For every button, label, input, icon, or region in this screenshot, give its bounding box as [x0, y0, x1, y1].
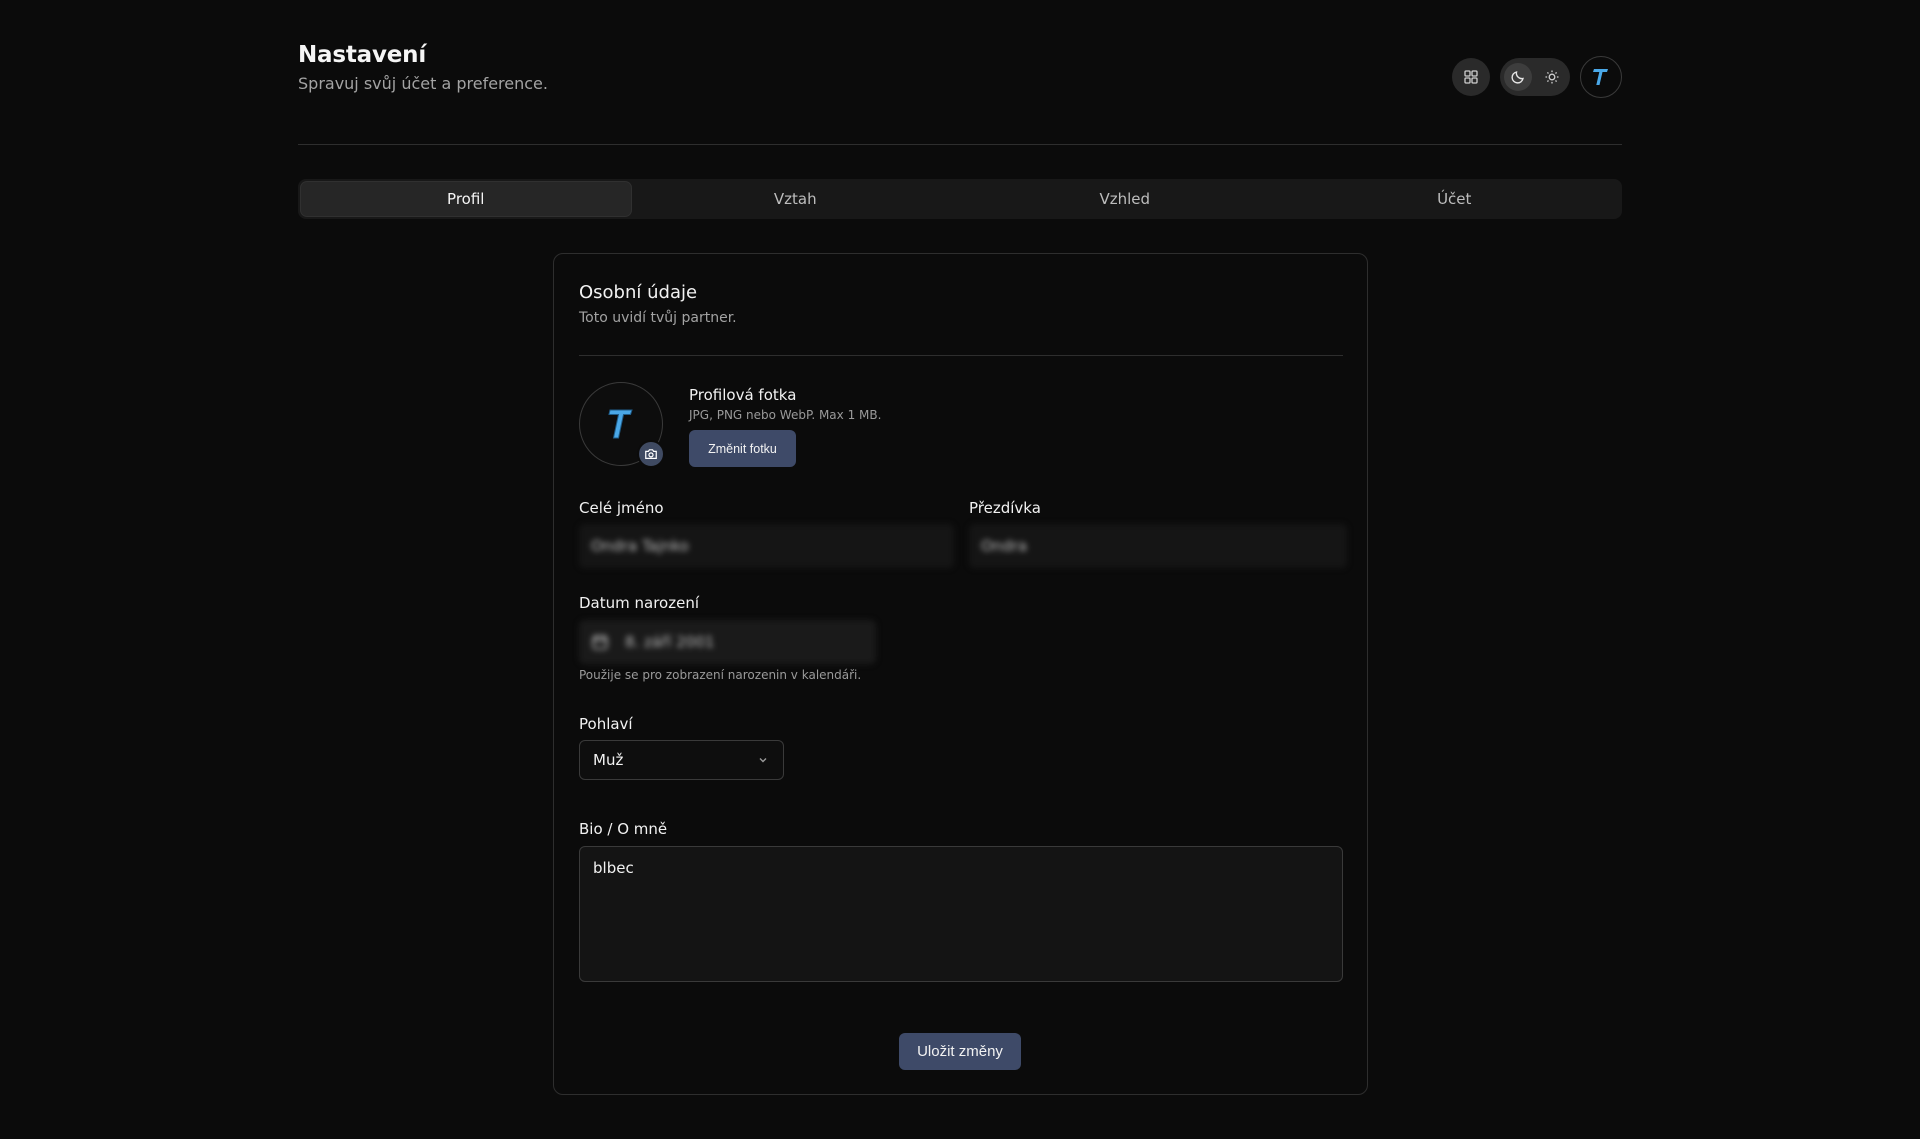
- user-avatar-button[interactable]: [1580, 56, 1622, 98]
- avatar-logo: [608, 409, 633, 439]
- header-divider: [298, 144, 1622, 145]
- card-description: Toto uvidí tvůj partner.: [579, 310, 737, 326]
- tab-vztah[interactable]: Vztah: [631, 182, 961, 216]
- photo-info: Profilová fotka JPG, PNG nebo WebP. Max …: [689, 386, 881, 467]
- camera-button[interactable]: [637, 440, 665, 468]
- nickname-value: Ondra: [981, 537, 1028, 555]
- tab-vzhled[interactable]: Vzhled: [960, 182, 1290, 216]
- full-name-label: Celé jméno: [579, 499, 664, 517]
- nickname-label: Přezdívka: [969, 499, 1041, 517]
- page-title: Nastavení: [298, 42, 427, 68]
- personal-info-card: Osobní údaje Toto uvidí tvůj partner. Pr…: [553, 253, 1368, 1095]
- tab-ucet[interactable]: Účet: [1290, 182, 1620, 216]
- card-title: Osobní údaje: [579, 282, 698, 303]
- page-header: Nastavení Spravuj svůj účet a preference…: [298, 42, 1622, 102]
- photo-label: Profilová fotka: [689, 386, 797, 404]
- calendar-icon: [592, 634, 608, 650]
- gender-select[interactable]: Muž: [579, 740, 784, 780]
- full-name-value: Ondra Tajnko: [591, 537, 689, 555]
- card-divider: [579, 355, 1343, 356]
- tab-profil[interactable]: Profil: [301, 182, 631, 216]
- gender-label: Pohlaví: [579, 715, 633, 733]
- camera-icon: [645, 449, 657, 459]
- app-logo: [1593, 69, 1608, 85]
- theme-toggle[interactable]: [1500, 58, 1570, 96]
- birth-date-value: 8. září 2001: [625, 633, 715, 651]
- light-theme-option[interactable]: [1538, 63, 1566, 91]
- page-subtitle: Spravuj svůj účet a preference.: [298, 74, 548, 93]
- sun-icon: [1545, 70, 1559, 84]
- bio-label: Bio / O mně: [579, 820, 668, 838]
- settings-tabs: Profil Vztah Vzhled Účet: [298, 179, 1622, 219]
- header-actions: [1452, 56, 1622, 98]
- birth-date-picker[interactable]: 8. září 2001: [579, 620, 876, 664]
- profile-photo[interactable]: [579, 382, 665, 468]
- gender-value: Muž: [593, 751, 624, 769]
- moon-icon: [1511, 71, 1524, 84]
- full-name-input[interactable]: Ondra Tajnko: [579, 524, 954, 568]
- photo-hint: JPG, PNG nebo WebP. Max 1 MB.: [689, 408, 882, 422]
- change-photo-button[interactable]: Změnit fotku: [689, 430, 796, 467]
- bio-textarea[interactable]: blbec: [579, 846, 1343, 982]
- apps-button[interactable]: [1452, 58, 1490, 96]
- save-button[interactable]: Uložit změny: [899, 1033, 1021, 1070]
- nickname-input[interactable]: Ondra: [969, 524, 1347, 568]
- grid-icon: [1464, 70, 1478, 84]
- settings-page: Nastavení Spravuj svůj účet a preference…: [0, 0, 1920, 1139]
- birth-date-hint: Použije se pro zobrazení narozenin v kal…: [579, 668, 862, 682]
- dark-theme-option[interactable]: [1504, 63, 1532, 91]
- chevron-down-icon: [759, 758, 767, 763]
- birth-date-label: Datum narození: [579, 594, 699, 612]
